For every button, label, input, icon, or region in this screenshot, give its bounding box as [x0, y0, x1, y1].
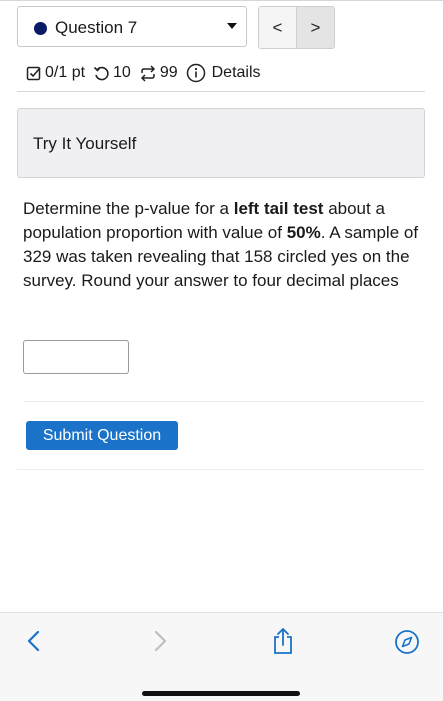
problem-text: Determine the p-value for a left tail te…: [23, 199, 419, 290]
attempts-item: 99: [139, 64, 178, 82]
meta-divider: [17, 91, 425, 92]
details-text: Details: [211, 64, 261, 81]
home-indicator[interactable]: [142, 691, 300, 696]
next-question-button[interactable]: >: [297, 7, 334, 48]
answer-divider: [23, 401, 425, 402]
compass-icon[interactable]: [394, 629, 420, 660]
back-icon[interactable]: [24, 629, 44, 658]
status-dot-icon: [34, 22, 47, 35]
previous-question-button[interactable]: <: [259, 7, 297, 48]
try-it-title: Try It Yourself: [33, 134, 137, 153]
browser-toolbar: [0, 612, 443, 701]
attempts-text: 99: [159, 64, 178, 81]
submit-question-button[interactable]: Submit Question: [26, 421, 178, 450]
details-link[interactable]: Details: [186, 63, 261, 83]
question-select-label: Question 7: [55, 18, 138, 37]
answer-input[interactable]: [23, 340, 129, 374]
forward-icon[interactable]: [150, 629, 170, 658]
info-icon: [186, 63, 206, 83]
score-text: 0/1 pt: [45, 64, 86, 81]
question-meta: 0/1 pt 10 99 Details: [26, 62, 261, 84]
share-icon[interactable]: [271, 627, 295, 660]
retry-icon: [93, 65, 110, 82]
retries-item: 10: [93, 64, 131, 82]
submit-divider: [17, 469, 425, 470]
score-item: 0/1 pt: [26, 64, 85, 82]
dropdown-caret-icon: [227, 23, 237, 29]
question-nav: < >: [258, 6, 335, 49]
top-divider: [0, 0, 443, 1]
try-it-panel: Try It Yourself: [17, 108, 425, 178]
question-select[interactable]: Question 7: [17, 6, 247, 47]
score-check-icon: [26, 65, 42, 81]
retries-text: 10: [113, 64, 131, 81]
emphasis-left-tail: left tail test: [233, 199, 324, 218]
repeat-icon: [139, 64, 157, 82]
emphasis-proportion: 50%: [286, 223, 321, 242]
